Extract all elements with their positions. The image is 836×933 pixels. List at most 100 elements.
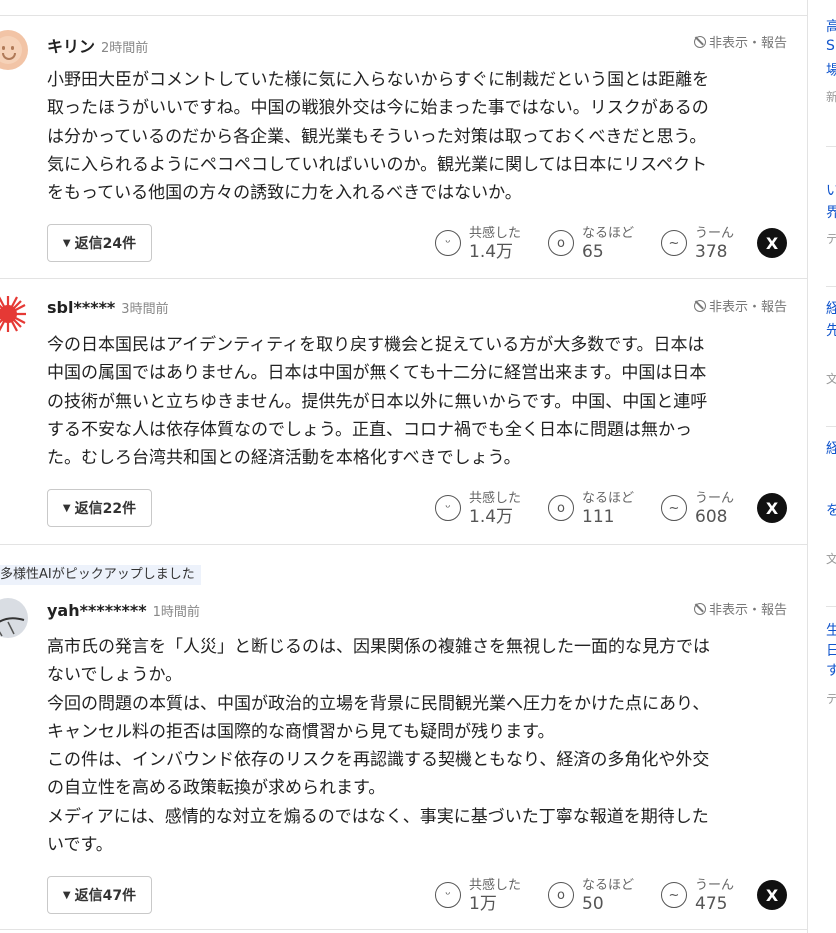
comment-line: 取ったほうがいいですね。中国の戦狼外交は今に始まった事ではない。リスクがあるの bbox=[47, 98, 709, 119]
ban-icon bbox=[693, 602, 706, 615]
sidebar-link-fragment[interactable]: 界 bbox=[826, 202, 836, 222]
reaction-label: 共感した bbox=[469, 878, 522, 893]
reaction-label: うーん bbox=[695, 491, 735, 506]
ai-pickup-badge: 多様性AIがピックアップしました bbox=[0, 565, 201, 585]
sidebar-link-fragment[interactable]: 先 bbox=[826, 320, 836, 340]
username[interactable]: yah******** bbox=[47, 601, 147, 620]
reaction-count: 608 bbox=[695, 507, 728, 527]
sidebar-link-fragment[interactable]: 生 bbox=[826, 620, 836, 640]
triangle-down-icon: ▼ bbox=[62, 889, 71, 901]
sidebar-link-fragment[interactable]: す bbox=[826, 660, 836, 680]
comment-line: をもっている他国の方々の誘致に力を入れるべきではないか。 bbox=[47, 183, 522, 204]
surprised-face-icon: o bbox=[548, 882, 574, 908]
insightful-button[interactable]: o なるほど 50 bbox=[548, 876, 634, 914]
sidebar-link-fragment[interactable]: 場 bbox=[826, 60, 836, 80]
reply-toggle-button[interactable]: ▼ 返信47件 bbox=[47, 876, 152, 914]
comment-author[interactable]: sbl***** 3時間前 bbox=[47, 298, 169, 317]
divider bbox=[0, 278, 807, 279]
comment-line: 小野田大臣がコメントしていた様に気に入らないからすぐに制裁だという国とは距離を bbox=[47, 70, 710, 90]
smile-icon: ᵕ bbox=[435, 230, 461, 256]
sidebar-meta-fragment: 新 bbox=[826, 90, 836, 104]
sidebar-divider bbox=[826, 606, 836, 607]
x-share-icon[interactable]: X bbox=[757, 228, 787, 258]
comment-line: の自立性を高める政策転換が求められます。 bbox=[47, 778, 386, 799]
avatar[interactable] bbox=[0, 30, 28, 70]
reply-label: 返信24件 bbox=[74, 236, 137, 252]
sidebar-divider bbox=[826, 426, 836, 427]
hmm-button[interactable]: ~ うーん 608 bbox=[661, 489, 734, 527]
comment-line: いです。 bbox=[47, 835, 113, 856]
sidebar-link-fragment[interactable]: 日 bbox=[826, 640, 836, 660]
x-share-icon[interactable]: X bbox=[757, 880, 787, 910]
surprised-face-icon: o bbox=[548, 230, 574, 256]
sidebar-link-fragment[interactable]: を bbox=[826, 500, 836, 520]
insightful-button[interactable]: o なるほど 111 bbox=[548, 489, 634, 527]
comment-line: 高市氏の発言を「人災」と断じるのは、因果関係の複雑さを無視した一面的な見方では bbox=[47, 637, 710, 657]
reply-toggle-button[interactable]: ▼ 返信24件 bbox=[47, 224, 152, 262]
reaction-label: うーん bbox=[695, 226, 735, 241]
reaction-count: 1.4万 bbox=[469, 507, 514, 527]
sidebar-link-fragment[interactable]: 経 bbox=[826, 298, 836, 318]
username[interactable]: sbl***** bbox=[47, 298, 115, 317]
comment-body: 小野田大臣がコメントしていた様に気に入らないからすぐに制裁だという国とは距離を … bbox=[47, 66, 787, 207]
comment-line: 中国の属国ではありません。日本は中国が無くても十二分に経営出来ます。中国は日本 bbox=[47, 363, 707, 384]
comment-line: 今の日本国民はアイデンティティを取り戻す機会と捉えている方が大多数です。日本は bbox=[47, 335, 705, 355]
reaction-label: 共感した bbox=[469, 491, 522, 506]
comment-body: 今の日本国民はアイデンティティを取り戻す機会と捉えている方が大多数です。日本は … bbox=[47, 331, 787, 472]
hmm-button[interactable]: ~ うーん 378 bbox=[661, 224, 734, 262]
comment-line: ないでしょうか。 bbox=[47, 665, 183, 686]
avatar[interactable] bbox=[0, 598, 28, 638]
sidebar-link-fragment[interactable]: 経 bbox=[826, 438, 836, 458]
x-share-icon[interactable]: X bbox=[757, 493, 787, 523]
thinking-face-icon: ~ bbox=[661, 230, 687, 256]
reaction-count: 1万 bbox=[469, 894, 497, 914]
sidebar-link-fragment[interactable]: 高 bbox=[826, 16, 836, 36]
sidebar-link-fragment[interactable]: S bbox=[826, 38, 835, 54]
divider bbox=[0, 929, 807, 930]
reaction-count: 378 bbox=[695, 242, 728, 262]
sidebar-meta-fragment: 文 bbox=[826, 552, 836, 566]
hide-report-link[interactable]: 非表示・報告 bbox=[693, 599, 787, 618]
hide-report-link[interactable]: 非表示・報告 bbox=[693, 296, 787, 315]
reaction-count: 50 bbox=[582, 894, 604, 914]
reaction-label: なるほど bbox=[582, 878, 635, 893]
reaction-label: なるほど bbox=[582, 491, 635, 506]
empathize-button[interactable]: ᵕ 共感した 1万 bbox=[435, 876, 521, 914]
sidebar-link-fragment[interactable]: い bbox=[826, 180, 836, 200]
comment-line: た。むしろ台湾共和国との経済活動を本格化すべきでしょう。 bbox=[47, 448, 521, 469]
insightful-button[interactable]: o なるほど 65 bbox=[548, 224, 634, 262]
smile-icon: ᵕ bbox=[435, 882, 461, 908]
ban-icon bbox=[693, 299, 706, 312]
thinking-face-icon: ~ bbox=[661, 495, 687, 521]
ban-icon bbox=[693, 35, 706, 48]
comment-author[interactable]: キリン 2時間前 bbox=[47, 33, 148, 57]
triangle-down-icon: ▼ bbox=[62, 502, 71, 514]
comment-line: 今回の問題の本質は、中国が政治的立場を背景に民間観光業へ圧力をかけた点にあり、 bbox=[47, 693, 710, 714]
reaction-count: 1.4万 bbox=[469, 242, 514, 262]
sidebar-meta-fragment: 文 bbox=[826, 372, 836, 386]
reply-toggle-button[interactable]: ▼ 返信22件 bbox=[47, 489, 152, 527]
column-divider bbox=[807, 0, 808, 933]
comment-line: は分かっているのだから各企業、観光業もそういった対策は取っておくべきだと思う。 bbox=[47, 126, 707, 147]
reaction-label: なるほど bbox=[582, 226, 635, 241]
avatar[interactable] bbox=[0, 294, 28, 334]
hmm-button[interactable]: ~ うーん 475 bbox=[661, 876, 734, 914]
hide-report-label: 非表示・報告 bbox=[708, 36, 787, 51]
username[interactable]: キリン bbox=[47, 37, 95, 56]
thinking-face-icon: ~ bbox=[661, 882, 687, 908]
reply-label: 返信22件 bbox=[74, 501, 137, 517]
divider bbox=[0, 15, 807, 16]
comment-line: メディアには、感情的な対立を煽るのではなく、事実に基づいた丁寧な報道を期待した bbox=[47, 806, 709, 827]
comment-time: 3時間前 bbox=[121, 302, 169, 317]
comment-time: 1時間前 bbox=[152, 605, 200, 620]
hide-report-link[interactable]: 非表示・報告 bbox=[693, 32, 787, 51]
empathize-button[interactable]: ᵕ 共感した 1.4万 bbox=[435, 489, 521, 527]
comment-time: 2時間前 bbox=[101, 41, 149, 56]
empathize-button[interactable]: ᵕ 共感した 1.4万 bbox=[435, 224, 521, 262]
comment-list: キリン 2時間前 非表示・報告 小野田大臣がコメントしていた様に気に入らないからす… bbox=[0, 0, 807, 933]
comment-author[interactable]: yah******** 1時間前 bbox=[47, 601, 200, 620]
comment-line: の技術が無いと立ちゆきません。提供先が日本以外に無いからです。中国、中国と連呼 bbox=[47, 391, 708, 412]
sidebar-meta-fragment: テ bbox=[826, 232, 836, 246]
hide-report-label: 非表示・報告 bbox=[708, 603, 787, 618]
sidebar-ranking: 高 S 場 新 い 界 テ 経 先 文 経 を 文 生 日 す テ bbox=[809, 0, 836, 933]
